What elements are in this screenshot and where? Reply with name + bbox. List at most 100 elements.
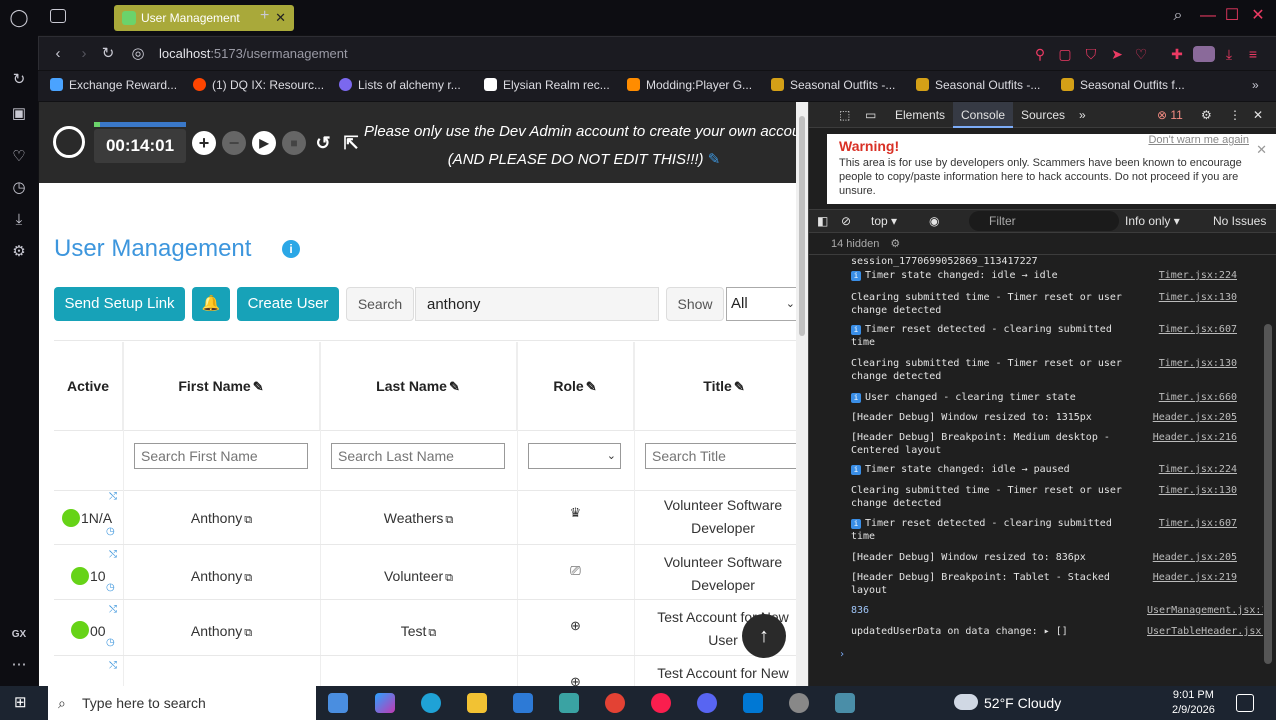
first-name-cell[interactable]: Anthony ⧉	[123, 623, 320, 640]
scroll-to-top-button[interactable]: ↑	[742, 614, 786, 658]
edit-icon[interactable]: ✎	[586, 379, 597, 394]
eye-icon[interactable]: ◉	[929, 214, 939, 228]
edge-icon[interactable]	[421, 693, 441, 713]
sidebar-toggle-icon[interactable]: ◧	[817, 214, 828, 228]
column-header-active[interactable]: Active	[54, 342, 123, 430]
site-info-icon[interactable]: ◎	[129, 45, 147, 63]
page-scrollbar[interactable]	[796, 102, 808, 686]
reload-icon[interactable]: ↻	[99, 45, 117, 63]
edit-icon[interactable]: ✎	[734, 379, 745, 394]
reset-password-icon[interactable]: ⤭	[109, 549, 117, 560]
tab-sources[interactable]: Sources	[1013, 102, 1073, 128]
title-cell[interactable]: Volunteer Software Developer	[634, 494, 796, 540]
copy-icon[interactable]: ⧉	[244, 514, 252, 527]
gx-corner-label[interactable]: GX	[9, 625, 29, 645]
copy-icon[interactable]: ⧉	[428, 627, 436, 640]
first-name-cell[interactable]: Anthony ⧉	[123, 510, 320, 527]
bookmark-item[interactable]: Seasonal Outfits -...	[771, 78, 895, 92]
settings-icon[interactable]	[789, 693, 809, 713]
reset-icon[interactable]: ↺	[311, 131, 335, 155]
reset-password-icon[interactable]: ⤭	[109, 604, 117, 615]
column-header-last-name[interactable]: Last Name ✎	[320, 342, 517, 430]
last-name-filter[interactable]	[331, 443, 505, 469]
tab-elements[interactable]: Elements	[887, 102, 953, 128]
back-icon[interactable]: ‹	[49, 45, 67, 63]
bookmark-item[interactable]: Exchange Reward...	[50, 78, 177, 92]
menu-icon[interactable]: ≡	[1245, 46, 1261, 62]
edit-icon[interactable]: ✎	[449, 379, 460, 394]
copy-icon[interactable]: ⧉	[445, 514, 453, 527]
extensions-icon[interactable]: ✚	[1169, 46, 1185, 62]
error-count-badge[interactable]: ⊗ 11	[1149, 102, 1191, 128]
console-source-link[interactable]: Timer.jsx:224	[1147, 463, 1237, 476]
gear-icon[interactable]: ⚙	[1193, 102, 1220, 128]
console-source-link[interactable]: Timer.jsx:130	[1147, 291, 1237, 304]
last-name-cell[interactable]: Volunteer ⧉	[320, 568, 517, 585]
console-source-link[interactable]: Timer.jsx:607	[1147, 517, 1237, 530]
console-source-link[interactable]: Timer.jsx:130	[1147, 484, 1237, 497]
notifications-icon[interactable]	[1236, 694, 1254, 712]
title-cell[interactable]: Test Account for New	[634, 662, 796, 685]
url-field[interactable]: localhost:5173/usermanagement	[159, 46, 348, 61]
column-header-first-name[interactable]: First Name ✎	[123, 342, 320, 430]
more-bookmarks-icon[interactable]: »	[1252, 78, 1259, 92]
store-icon[interactable]	[513, 693, 533, 713]
refresh-icon[interactable]: ↻	[9, 70, 29, 90]
opera-gx-icon[interactable]	[651, 693, 671, 713]
add-time-button[interactable]: +	[192, 131, 216, 155]
vscode-icon[interactable]	[743, 693, 763, 713]
downloads-icon[interactable]: ⤓	[1221, 46, 1237, 62]
more-icon[interactable]: ⋯	[9, 655, 29, 675]
discord-icon[interactable]	[697, 693, 717, 713]
file-explorer-icon[interactable]	[467, 693, 487, 713]
snapshot-icon[interactable]: ▢	[1057, 46, 1073, 62]
send-icon[interactable]: ➤	[1109, 46, 1125, 62]
info-icon[interactable]: i	[282, 240, 300, 258]
search-input[interactable]	[415, 287, 659, 321]
bookmark-item[interactable]: Modding:Player G...	[627, 78, 752, 92]
weather-label[interactable]: 52°F Cloudy	[984, 695, 1061, 711]
forward-icon[interactable]: ›	[75, 45, 93, 63]
close-devtools-icon[interactable]: ✕	[1245, 102, 1271, 128]
bookmark-item[interactable]: Lists of alchemy r...	[339, 78, 461, 92]
heart-icon[interactable]: ♡	[1133, 46, 1149, 62]
last-name-cell[interactable]: Test ⧉	[320, 623, 517, 640]
copy-icon[interactable]: ⧉	[244, 627, 252, 640]
send-setup-link-button[interactable]: Send Setup Link	[54, 287, 185, 321]
minimize-icon[interactable]: —	[1200, 8, 1216, 24]
bookmark-item[interactable]: Elysian Realm rec...	[484, 78, 610, 92]
tab-console[interactable]: Console	[953, 102, 1014, 128]
title-cell[interactable]: Volunteer Software Developer	[634, 551, 796, 597]
search-tabs-icon[interactable]: ⌕	[1170, 8, 1186, 24]
show-select[interactable]: All ⌄	[726, 287, 796, 321]
console-filter-input[interactable]: Filter	[969, 211, 1119, 231]
role-filter-select[interactable]: ⌄	[528, 443, 621, 469]
inspect-icon[interactable]: ⬚	[831, 102, 858, 128]
bookmark-item[interactable]: Seasonal Outfits -...	[916, 78, 1040, 92]
console-log-area[interactable]: session_1770699052869_113417227 i Timer st…	[809, 255, 1263, 686]
more-tabs-icon[interactable]: »	[1071, 102, 1094, 128]
log-levels-select[interactable]: Info only ▾	[1125, 214, 1180, 228]
app-icon[interactable]	[835, 693, 855, 713]
title-filter[interactable]	[645, 443, 796, 469]
shield-icon[interactable]: ⛉	[1083, 46, 1099, 62]
copy-icon[interactable]: ⧉	[244, 572, 252, 585]
heart-icon[interactable]: ♡	[9, 147, 29, 167]
context-select[interactable]: top ▾	[871, 214, 897, 228]
copilot-icon[interactable]	[375, 693, 395, 713]
issues-button[interactable]: No Issues	[1213, 214, 1266, 228]
notifications-bell-button[interactable]: 🔔	[192, 287, 230, 321]
console-source-link[interactable]: Header.jsx:216	[1147, 431, 1237, 444]
console-source-link[interactable]: Header.jsx:205	[1147, 551, 1237, 564]
download-icon[interactable]: ⤓	[9, 210, 29, 230]
first-name-cell[interactable]: Anthony ⧉	[123, 568, 320, 585]
pin-icon[interactable]: ⚲	[1032, 46, 1048, 62]
bookmark-item[interactable]: Seasonal Outfits f...	[1061, 78, 1185, 92]
column-header-title[interactable]: Title ✎	[634, 342, 796, 430]
console-prompt[interactable]: ›	[839, 648, 1129, 661]
clock-icon[interactable]: ◷	[106, 637, 115, 648]
first-name-filter[interactable]	[134, 443, 308, 469]
gear-icon[interactable]: ⚙	[890, 238, 900, 250]
console-source-link[interactable]: Timer.jsx:607	[1147, 323, 1237, 336]
reset-password-icon[interactable]: ⤭	[109, 491, 117, 502]
